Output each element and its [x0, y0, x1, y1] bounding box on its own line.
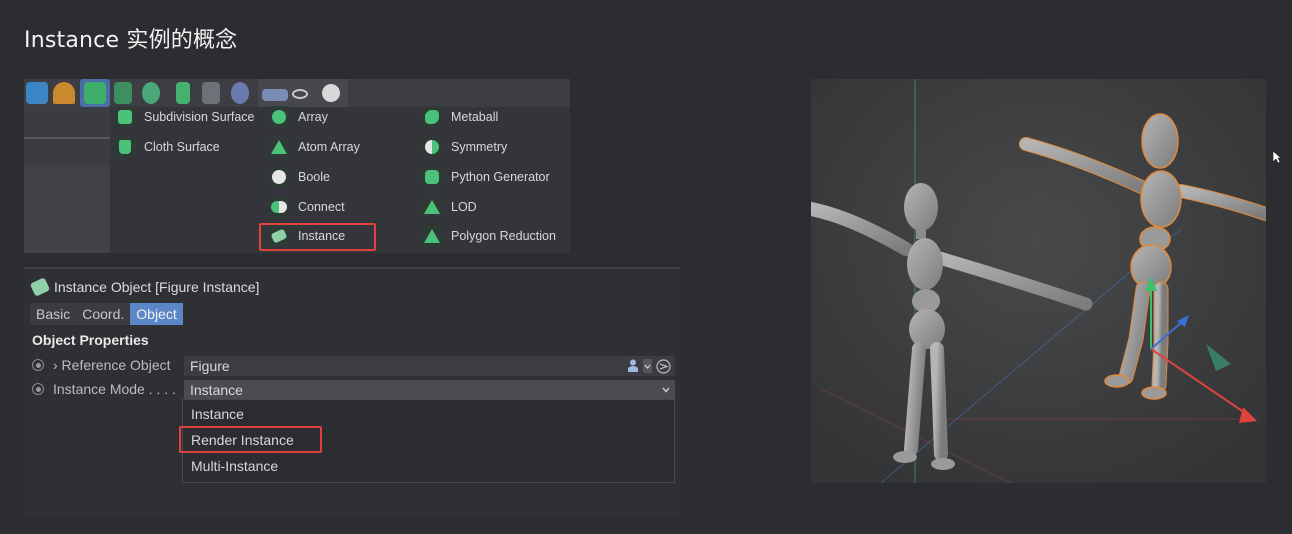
menu-item-subdivision-surface[interactable]: Subdivision Surface — [114, 104, 254, 130]
lod-icon — [421, 196, 443, 218]
menu-item-label: Metaball — [451, 110, 499, 124]
python-generator-icon — [421, 166, 443, 188]
menu-item-lod[interactable]: LOD — [421, 194, 477, 220]
polygon-reduction-icon — [421, 225, 443, 247]
person-icon[interactable] — [627, 359, 639, 373]
target-icon[interactable] — [656, 358, 671, 374]
attributes-panel: Instance Object [Figure Instance] Basic … — [24, 267, 680, 517]
instance-highlight-box — [259, 223, 376, 251]
light-icon[interactable] — [176, 82, 190, 104]
metaball-icon — [421, 106, 443, 128]
menu-item-connect[interactable]: Connect — [268, 194, 345, 220]
camera-icon[interactable] — [231, 82, 249, 104]
array-icon — [268, 106, 290, 128]
menu-item-python-generator[interactable]: Python Generator — [421, 164, 550, 190]
reference-object-label[interactable]: › Reference Object — [53, 357, 171, 373]
menu-item-label: Atom Array — [298, 140, 360, 154]
instance-mode-row: Instance Mode . . . . — [32, 379, 176, 399]
menu-item-label: Python Generator — [451, 170, 550, 184]
section-object-properties: Object Properties — [32, 332, 149, 348]
viewport-background — [811, 79, 1266, 483]
grid-icon[interactable] — [262, 89, 288, 101]
mouse-cursor-icon — [1272, 150, 1282, 164]
connect-icon — [268, 196, 290, 218]
menu-item-label: Polygon Reduction — [451, 229, 556, 243]
menu-item-array[interactable]: Array — [268, 104, 328, 130]
slide-title: Instance 实例的概念 — [24, 28, 238, 53]
menu-item-label: Cloth Surface — [144, 140, 220, 154]
instance-mode-select[interactable]: Instance — [184, 380, 675, 400]
subdivision-surface-icon — [114, 106, 136, 128]
field-icons — [661, 382, 671, 398]
instance-mode-value: Instance — [190, 382, 243, 398]
instance-mode-label: Instance Mode . . . . — [53, 381, 176, 397]
reference-object-field[interactable]: Figure — [184, 356, 675, 376]
menu-item-label: Subdivision Surface — [144, 110, 255, 124]
tab-object[interactable]: Object — [130, 303, 183, 325]
toolbar — [24, 79, 570, 107]
attributes-title-text: Instance Object [Figure Instance] — [54, 279, 260, 295]
viewport-scene — [811, 79, 1266, 483]
chevron-down-icon — [662, 387, 670, 393]
reference-object-value: Figure — [190, 358, 230, 374]
animate-radio[interactable] — [32, 359, 44, 371]
chevron-down-icon[interactable] — [643, 359, 652, 373]
strip-divider — [24, 137, 110, 139]
attributes-title: Instance Object [Figure Instance] — [29, 277, 260, 297]
menu-item-atom-array[interactable]: Atom Array — [268, 134, 360, 160]
generator-menu-panel: Subdivision Surface Cloth Surface Array … — [24, 79, 570, 253]
menu-item-label: LOD — [451, 200, 477, 214]
boole-icon — [268, 166, 290, 188]
sphere-icon[interactable] — [322, 84, 340, 102]
tab-coord[interactable]: Coord. — [76, 303, 130, 325]
reference-object-row: › Reference Object — [32, 355, 171, 375]
instance-object-icon — [29, 277, 51, 297]
menu-item-symmetry[interactable]: Symmetry — [421, 134, 507, 160]
pen-icon[interactable] — [53, 82, 75, 104]
3d-viewport[interactable] — [811, 79, 1266, 483]
link-icon[interactable] — [292, 89, 308, 99]
cube-icon[interactable] — [26, 82, 48, 104]
menu-item-label: Symmetry — [451, 140, 508, 154]
deformer-icon[interactable] — [114, 82, 132, 104]
field-icons — [627, 358, 671, 374]
menu-item-label: Boole — [298, 170, 330, 184]
cloth-surface-icon — [114, 136, 136, 158]
subdivision-icon[interactable] — [84, 82, 106, 104]
dropdown-option-multi-instance[interactable]: Multi-Instance — [191, 458, 278, 474]
menu-item-cloth-surface[interactable]: Cloth Surface — [114, 134, 220, 160]
tab-basic[interactable]: Basic — [30, 303, 76, 325]
attribute-tabs: Basic Coord. Object — [30, 303, 183, 325]
left-strip — [24, 107, 110, 253]
menu-item-metaball[interactable]: Metaball — [421, 104, 498, 130]
menu-item-boole[interactable]: Boole — [268, 164, 330, 190]
floor-icon[interactable] — [202, 82, 220, 104]
symmetry-icon — [421, 136, 443, 158]
atom-array-icon — [268, 136, 290, 158]
strip-panel — [24, 165, 110, 253]
animate-radio[interactable] — [32, 383, 44, 395]
dropdown-option-instance[interactable]: Instance — [191, 406, 244, 422]
menu-item-label: Connect — [298, 200, 345, 214]
menu-item-polygon-reduction[interactable]: Polygon Reduction — [421, 223, 556, 249]
atom-icon[interactable] — [142, 82, 160, 104]
render-instance-highlight-box — [179, 426, 322, 453]
menu-item-label: Array — [298, 110, 328, 124]
